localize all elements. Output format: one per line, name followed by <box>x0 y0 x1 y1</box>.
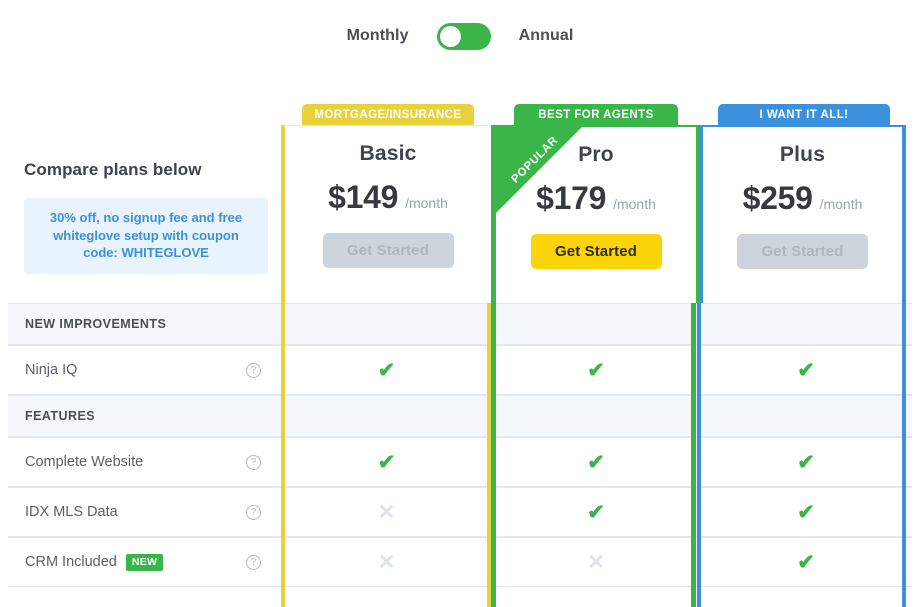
cell-basic: ✔ <box>281 346 492 394</box>
plan-name-basic: Basic <box>359 142 417 165</box>
table-row: Ninja IQ? ✔ ✔ ✔ <box>8 345 912 395</box>
billing-toggle-bar: Monthly Annual <box>0 0 920 72</box>
cell-pro: ✔ <box>492 488 700 536</box>
row-label-cell: IDX MLS Data? <box>8 504 281 520</box>
plan-banner-basic: MORTGAGE/INSURANCE <box>302 104 474 126</box>
table-section-header: FEATURES <box>8 395 912 437</box>
cell-basic: ✔ <box>281 438 492 486</box>
new-badge: NEW <box>125 553 164 571</box>
check-icon: ✔ <box>587 450 605 474</box>
cell-plus <box>700 304 912 344</box>
cell-basic: ✕ <box>281 488 492 536</box>
row-label-cell: Complete Website? <box>8 454 281 470</box>
check-icon: ✔ <box>587 500 605 524</box>
plan-card-plus: Plus $259 /month Get Started <box>699 125 906 303</box>
toggle-knob <box>439 25 461 47</box>
billing-monthly-label[interactable]: Monthly <box>347 27 409 45</box>
plan-price-row-basic: $149 /month <box>328 179 448 216</box>
plan-period-basic: /month <box>405 195 448 211</box>
cell-basic <box>281 396 492 436</box>
table-row: IDX MLS Data? ✕ ✔ ✔ <box>8 487 912 537</box>
row-label: Complete Website <box>25 454 144 470</box>
coupon-promo-box: 30% off, no signup fee and free whiteglo… <box>24 198 268 274</box>
plan-name-plus: Plus <box>779 143 826 166</box>
help-circle-icon[interactable]: ? <box>246 504 261 520</box>
row-label-cell: NEW IMPROVEMENTS <box>8 317 281 331</box>
table-row: CRM Included NEW? ✕ ✕ ✔ <box>8 537 912 587</box>
plan-price-row-pro: $179 /month <box>536 180 656 217</box>
plan-card-pro: POPULAR Pro $179 /month Get Started <box>491 125 701 303</box>
cell-basic <box>281 304 492 344</box>
check-icon: ✔ <box>797 450 815 474</box>
check-icon: ✔ <box>587 358 605 382</box>
help-circle-icon[interactable]: ? <box>246 554 261 570</box>
comparison-table: NEW IMPROVEMENTS Ninja IQ? ✔ ✔ ✔ FEATURES Comp… <box>8 303 912 587</box>
cell-plus: ✔ <box>700 438 912 486</box>
row-label: IDX MLS Data <box>25 504 118 520</box>
cell-pro: ✔ <box>492 346 700 394</box>
intro-block: Compare plans below 30% off, no signup f… <box>24 160 274 274</box>
cell-plus: ✔ <box>700 488 912 536</box>
plan-banners: MORTGAGE/INSURANCE BEST FOR AGENTS I WAN… <box>0 104 920 126</box>
check-icon: ✔ <box>377 450 396 474</box>
row-label: NEW IMPROVEMENTS <box>25 317 167 331</box>
plan-period-plus: /month <box>819 196 863 212</box>
cell-pro: ✕ <box>492 538 700 586</box>
plan-name-pro: Pro <box>578 143 614 166</box>
row-label: Ninja IQ <box>25 362 78 378</box>
check-icon: ✔ <box>797 500 815 524</box>
cross-icon: ✕ <box>587 550 605 574</box>
cell-plus: ✔ <box>700 538 912 586</box>
get-started-button-plus[interactable]: Get Started <box>737 234 868 269</box>
table-row: Complete Website? ✔ ✔ ✔ <box>8 437 912 487</box>
cell-pro <box>492 304 700 344</box>
help-circle-icon[interactable]: ? <box>246 362 261 378</box>
compare-plans-title: Compare plans below <box>24 160 202 179</box>
check-icon: ✔ <box>797 550 815 574</box>
cross-icon: ✕ <box>377 550 396 574</box>
plan-period-pro: /month <box>613 196 656 212</box>
get-started-button-pro[interactable]: Get Started <box>530 234 662 269</box>
cross-icon: ✕ <box>377 500 396 524</box>
plan-price-row-plus: $259 /month <box>743 180 863 217</box>
plan-price-plus: $259 <box>742 180 813 216</box>
get-started-button-basic[interactable]: Get Started <box>322 233 454 268</box>
cell-plus: ✔ <box>700 346 912 394</box>
plan-card-basic: Basic $149 /month Get Started <box>281 125 495 303</box>
row-label: CRM Included <box>25 554 117 570</box>
help-circle-icon[interactable]: ? <box>246 454 261 470</box>
cell-basic: ✕ <box>281 538 492 586</box>
check-icon: ✔ <box>377 358 396 382</box>
cell-pro: ✔ <box>492 438 700 486</box>
billing-period-toggle[interactable] <box>436 22 491 50</box>
table-section-header: NEW IMPROVEMENTS <box>8 303 912 345</box>
plan-banner-plus: I WANT IT ALL! <box>718 104 890 126</box>
row-label: FEATURES <box>25 409 96 423</box>
row-label-cell: CRM Included NEW? <box>8 553 281 571</box>
plan-price-pro: $179 <box>536 180 607 216</box>
plan-price-basic: $149 <box>328 179 399 215</box>
row-label-cell: FEATURES <box>8 409 281 423</box>
cell-plus <box>700 396 912 436</box>
cell-pro <box>492 396 700 436</box>
pricing-page: Monthly Annual MORTGAGE/INSURANCE BEST F… <box>0 0 920 607</box>
check-icon: ✔ <box>797 358 815 382</box>
plan-banner-pro: BEST FOR AGENTS <box>514 104 678 126</box>
row-label-cell: Ninja IQ? <box>8 362 281 378</box>
billing-annual-label[interactable]: Annual <box>519 27 574 45</box>
